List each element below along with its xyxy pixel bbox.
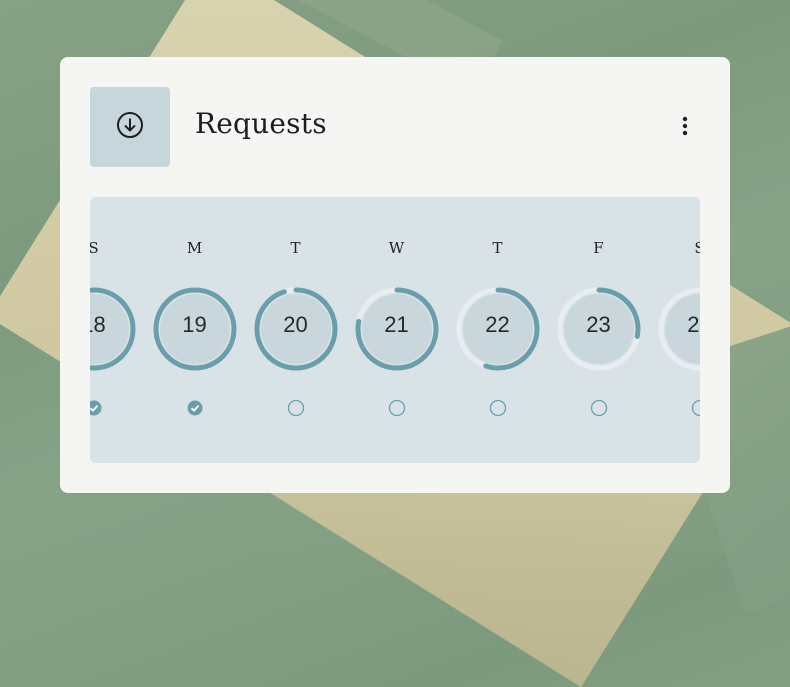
check-circle-icon bbox=[90, 400, 101, 416]
day-number: 19 bbox=[182, 312, 207, 337]
widget-title: Requests bbox=[195, 107, 327, 140]
day-letter: T bbox=[290, 239, 301, 257]
requests-card: Requests S 18 M 19 T 20 W 21 T 22 F 23 S 24 bbox=[60, 57, 730, 493]
day-number: 21 bbox=[384, 312, 409, 337]
more-vertical-icon bbox=[682, 116, 688, 140]
day-column[interactable]: W 21 bbox=[346, 197, 447, 463]
day-number: 23 bbox=[586, 312, 611, 337]
empty-circle-icon bbox=[590, 399, 607, 417]
download-circle-icon bbox=[115, 110, 145, 144]
day-number: 18 bbox=[90, 312, 106, 337]
day-column[interactable]: T 22 bbox=[447, 197, 548, 463]
day-letter: S bbox=[90, 239, 99, 257]
empty-circle-icon bbox=[489, 399, 506, 417]
day-letter: M bbox=[186, 239, 203, 257]
empty-circle-icon bbox=[388, 399, 405, 417]
day-column[interactable]: M 19 bbox=[144, 197, 245, 463]
day-letter: W bbox=[388, 239, 405, 257]
day-column[interactable]: S 18 bbox=[90, 197, 144, 463]
day-number: 24 bbox=[687, 312, 700, 337]
icon-tile bbox=[90, 87, 170, 167]
day-number: 20 bbox=[283, 312, 308, 337]
day-number: 22 bbox=[485, 312, 510, 337]
day-column[interactable]: S 24 bbox=[649, 197, 700, 463]
empty-circle-icon bbox=[691, 399, 700, 417]
day-column[interactable]: T 20 bbox=[245, 197, 346, 463]
day-column[interactable]: F 23 bbox=[548, 197, 649, 463]
more-options-button[interactable] bbox=[670, 113, 700, 143]
day-letter: T bbox=[492, 239, 503, 257]
check-circle-icon bbox=[187, 400, 202, 416]
day-letter: S bbox=[694, 239, 700, 257]
week-progress-strip: S 18 M 19 T 20 W 21 T 22 F 23 S 24 bbox=[90, 197, 700, 463]
day-letter: F bbox=[593, 239, 604, 257]
empty-circle-icon bbox=[287, 399, 304, 417]
